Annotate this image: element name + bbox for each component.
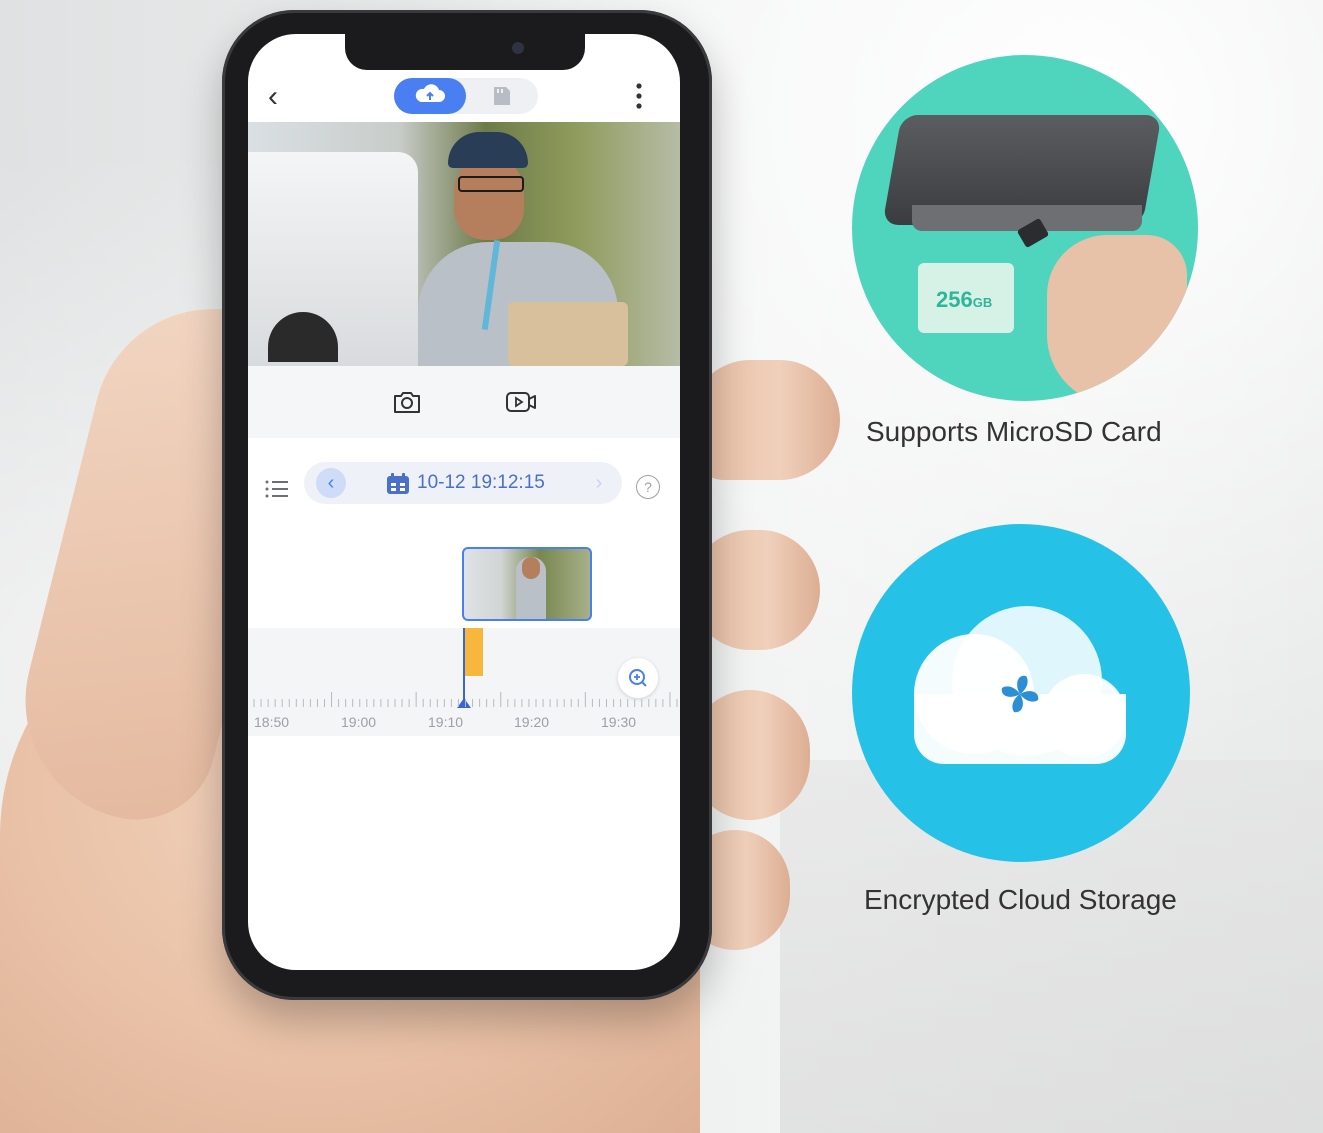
microsd-feature-image: 256GB [852, 55, 1198, 401]
event-thumbnail[interactable] [462, 547, 592, 621]
card-capacity: 256GB [936, 287, 993, 312]
event-list-button[interactable] [264, 478, 290, 505]
snapshot-button[interactable] [392, 388, 422, 421]
tick-label: 19:10 [428, 714, 464, 730]
current-datetime[interactable]: 10-12 19:12:15 [417, 472, 545, 494]
calendar-icon [387, 473, 409, 494]
tab-cloud[interactable] [394, 78, 466, 114]
cloud-feature-image [852, 524, 1190, 862]
video-person-cap [448, 132, 528, 168]
video-person-glasses [458, 176, 524, 192]
more-button[interactable] [628, 80, 648, 116]
sd-card-icon [494, 87, 510, 105]
tick-label: 19:20 [514, 714, 550, 730]
calendar-button[interactable] [385, 472, 411, 501]
playback-controls [248, 366, 680, 438]
inserting-hand [1047, 235, 1187, 401]
more-vertical-icon [636, 83, 642, 109]
front-camera [512, 42, 524, 54]
recording-segment[interactable] [464, 628, 483, 676]
microsd-feature-label: Supports MicroSD Card [866, 416, 1162, 447]
video-player[interactable] [248, 122, 680, 366]
list-icon [265, 480, 288, 498]
finger-index [690, 360, 840, 480]
record-button[interactable] [504, 388, 538, 421]
back-button[interactable]: ‹ [268, 82, 278, 112]
tick-label: 19:00 [341, 714, 377, 730]
cloud-feature-label: Encrypted Cloud Storage [864, 884, 1177, 915]
tab-sd-card[interactable] [466, 78, 538, 114]
tick-label: 19:30 [601, 714, 637, 730]
phone-notch [345, 34, 585, 70]
previous-day-button[interactable]: ‹ [316, 468, 346, 498]
timeline-ticks [253, 692, 678, 707]
video-package [508, 302, 628, 366]
pinwheel-logo-icon [1001, 675, 1039, 713]
tick-label: 18:50 [254, 714, 290, 730]
cloud-icon [415, 84, 445, 102]
next-day-button[interactable]: › [584, 468, 614, 498]
video-person-head [454, 156, 524, 240]
camera-icon [394, 392, 420, 413]
video-record-icon [506, 392, 536, 412]
help-button[interactable]: ? [636, 475, 660, 499]
thumbnail-person-head [522, 557, 540, 579]
